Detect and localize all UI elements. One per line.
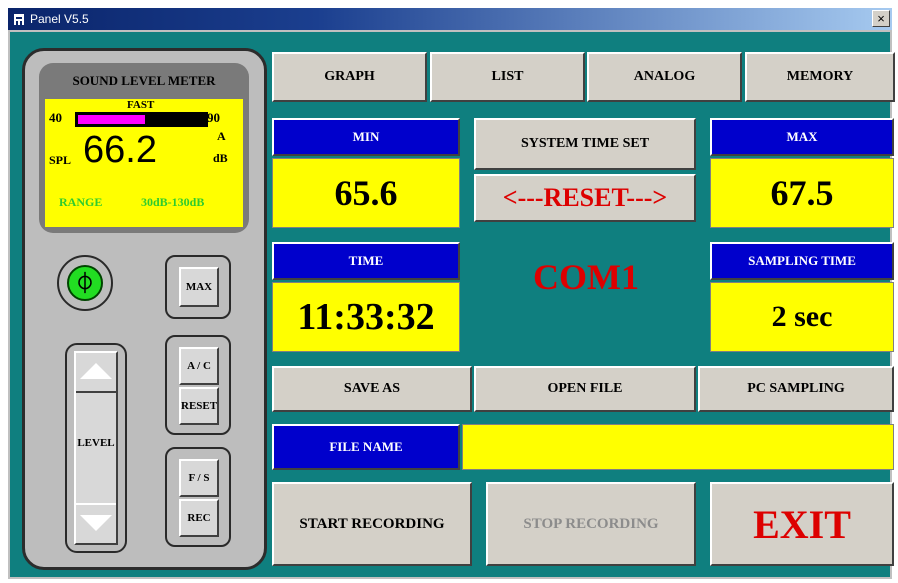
- pc-sampling-button[interactable]: PC SAMPLING: [698, 366, 894, 412]
- save-as-button[interactable]: SAVE AS: [272, 366, 472, 412]
- exit-button[interactable]: EXIT: [710, 482, 894, 566]
- level-rocker: LEVEL: [74, 351, 118, 545]
- response-mode: FAST: [127, 99, 155, 111]
- reset-hw-button[interactable]: RESET: [179, 387, 219, 425]
- range-value: 30dB-130dB: [141, 195, 205, 209]
- max-button-group: MAX: [165, 255, 231, 319]
- sampling-time-value: 2 sec: [710, 282, 894, 352]
- level-bar-fill: [78, 115, 145, 124]
- fs-rec-group: F / S REC: [165, 447, 231, 547]
- file-name-field[interactable]: [462, 424, 894, 470]
- level-control: LEVEL: [65, 343, 127, 553]
- meter-title: SOUND LEVEL METER: [72, 73, 216, 88]
- app-icon: [14, 14, 24, 25]
- power-ring: ⏀: [57, 255, 113, 311]
- file-name-label: FILE NAME: [272, 424, 460, 470]
- power-button[interactable]: ⏀: [67, 265, 103, 301]
- max-value: 67.5: [710, 158, 894, 228]
- sound-level-meter: SOUND LEVEL METER FAST 40 90 SPL 66.2 A …: [22, 48, 267, 570]
- tab-analog[interactable]: ANALOG: [587, 52, 742, 102]
- window-title: Panel V5.5: [30, 12, 89, 26]
- close-button[interactable]: ×: [872, 10, 890, 27]
- max-label: MAX: [710, 118, 894, 156]
- tab-graph[interactable]: GRAPH: [272, 52, 427, 102]
- lcd-display: FAST 40 90 SPL 66.2 A dB RANGE 30dB-130d…: [45, 99, 243, 227]
- time-label: TIME: [272, 242, 460, 280]
- rec-hw-button[interactable]: REC: [179, 499, 219, 537]
- open-file-button[interactable]: OPEN FILE: [474, 366, 696, 412]
- level-bar: [75, 112, 208, 127]
- time-value: 11:33:32: [272, 282, 460, 352]
- unit-label: dB: [213, 151, 228, 165]
- lcd-frame: SOUND LEVEL METER FAST 40 90 SPL 66.2 A …: [39, 63, 249, 233]
- window-titlebar: Panel V5.5 ×: [8, 8, 892, 30]
- range-label: RANGE: [59, 195, 103, 209]
- weighting-label: A: [217, 129, 226, 143]
- power-icon: ⏀: [75, 271, 95, 295]
- stop-recording-button[interactable]: STOP RECORDING: [486, 482, 696, 566]
- panel-client-area: SOUND LEVEL METER FAST 40 90 SPL 66.2 A …: [8, 30, 895, 579]
- bar-min-label: 40: [49, 110, 62, 125]
- min-value: 65.6: [272, 158, 460, 228]
- sampling-time-label: SAMPLING TIME: [710, 242, 894, 280]
- level-up-button[interactable]: [76, 353, 116, 393]
- spl-label: SPL: [49, 153, 72, 167]
- system-time-set-button[interactable]: SYSTEM TIME SET: [474, 118, 696, 170]
- spl-value: 66.2: [83, 129, 157, 171]
- level-label: LEVEL: [77, 437, 115, 449]
- ac-button[interactable]: A / C: [179, 347, 219, 385]
- reset-button[interactable]: <---RESET--->: [474, 174, 696, 222]
- start-recording-button[interactable]: START RECORDING: [272, 482, 472, 566]
- ac-reset-group: A / C RESET: [165, 335, 231, 435]
- com-port-indicator: COM1: [533, 257, 639, 297]
- bar-max-label: 90: [207, 110, 220, 125]
- fs-button[interactable]: F / S: [179, 459, 219, 497]
- tab-list[interactable]: LIST: [430, 52, 585, 102]
- min-label: MIN: [272, 118, 460, 156]
- tab-memory[interactable]: MEMORY: [745, 52, 895, 102]
- level-down-button[interactable]: [76, 503, 116, 543]
- max-hw-button[interactable]: MAX: [179, 267, 219, 307]
